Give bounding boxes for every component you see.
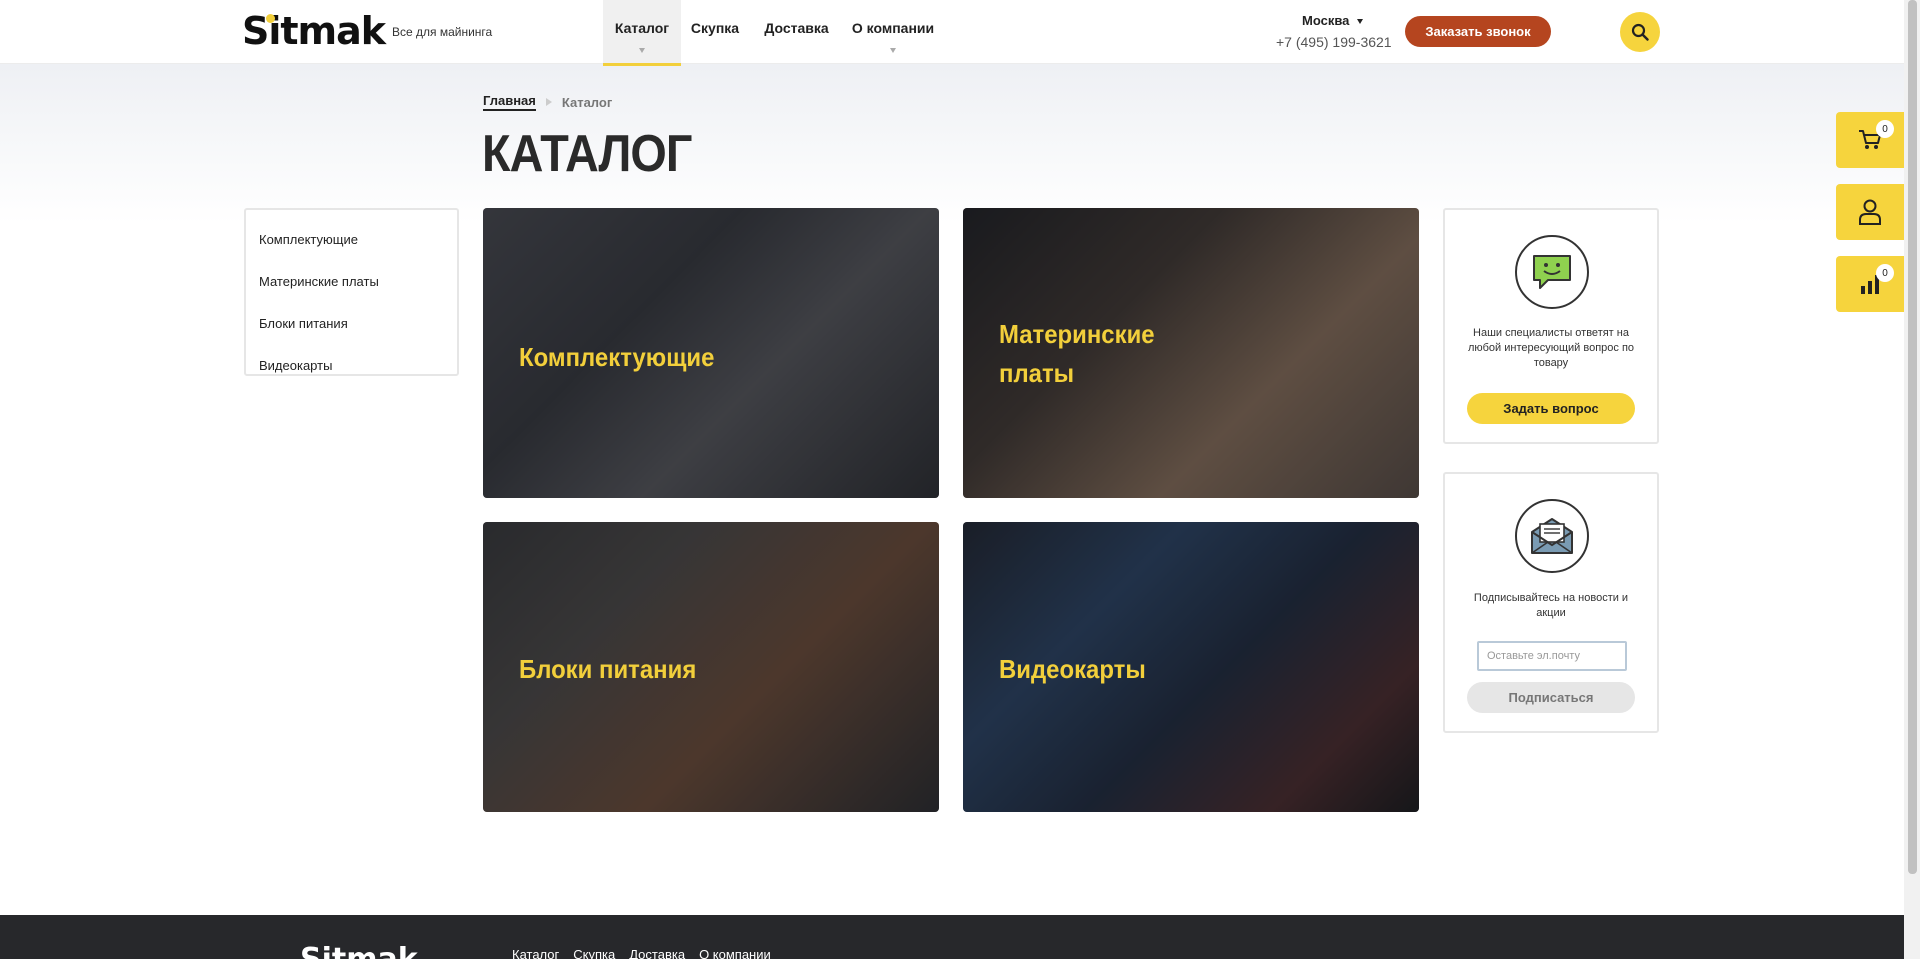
- cart-button[interactable]: 0: [1836, 112, 1904, 168]
- email-field[interactable]: Оставьте эл.почту: [1477, 641, 1627, 671]
- site-footer: Sitmak Каталог Скупка Доставка О компани…: [0, 915, 1904, 959]
- envelope-icon: [1515, 499, 1589, 573]
- chat-bubble-icon: [1533, 255, 1571, 289]
- sidebar-item-graphics-cards[interactable]: Видеокарты: [246, 344, 457, 386]
- ask-question-card: Наши специалисты ответят на любой интере…: [1443, 208, 1659, 444]
- category-tile-power-supplies[interactable]: Блоки питания: [483, 522, 939, 812]
- city-selector[interactable]: Москва: [1302, 13, 1364, 28]
- sidebar-item-power-supplies[interactable]: Блоки питания: [246, 302, 457, 344]
- scrollbar-thumb[interactable]: [1908, 0, 1917, 874]
- category-title: Материнские платы: [999, 315, 1155, 393]
- footer-link-catalog[interactable]: Каталог: [512, 947, 559, 959]
- breadcrumb: Главная Каталог: [483, 93, 612, 111]
- logo-dot: [266, 14, 275, 23]
- order-call-button[interactable]: Заказать звонок: [1405, 16, 1551, 47]
- mail-icon: [1531, 518, 1573, 554]
- chat-smile-icon: [1515, 235, 1589, 309]
- nav-item-catalog[interactable]: Каталог: [603, 0, 681, 66]
- nav-item-label: Доставка: [764, 20, 829, 36]
- nav-item-label: Каталог: [614, 20, 670, 36]
- category-title: Комплектующие: [519, 342, 715, 372]
- subscribe-card: Подписывайтесь на новости и акции Оставь…: [1443, 472, 1659, 733]
- subscribe-card-text: Подписывайтесь на новости и акции: [1473, 592, 1629, 619]
- logo-text: Sitmak: [242, 9, 386, 53]
- phone-number[interactable]: +7 (495) 199-3621: [1276, 34, 1392, 50]
- category-tile-graphics-cards[interactable]: Видеокарты: [963, 522, 1419, 812]
- account-button[interactable]: [1836, 184, 1904, 240]
- chevron-down-icon: [890, 48, 896, 53]
- subscribe-button[interactable]: Подписаться: [1467, 682, 1635, 713]
- sidebar-item-motherboards[interactable]: Материнские платы: [246, 260, 457, 302]
- search-button[interactable]: [1620, 12, 1660, 52]
- nav-item-about[interactable]: О компании: [844, 0, 942, 66]
- footer-nav: Каталог Скупка Доставка О компании: [512, 947, 771, 959]
- nav-item-buyback[interactable]: Скупка: [681, 0, 749, 66]
- nav-item-label: Скупка: [690, 20, 740, 36]
- breadcrumb-separator-icon: [545, 98, 552, 106]
- footer-logo[interactable]: Sitmak: [300, 945, 418, 959]
- chevron-down-icon: [1357, 19, 1364, 25]
- category-title-line: платы: [999, 358, 1075, 388]
- breadcrumb-current: Каталог: [561, 94, 613, 110]
- cart-count-badge: 0: [1876, 120, 1894, 138]
- footer-link-about[interactable]: О компании: [699, 947, 771, 959]
- hero-background: [0, 64, 1904, 224]
- category-tile-components[interactable]: Комплектующие: [483, 208, 939, 498]
- ask-question-button[interactable]: Задать вопрос: [1467, 393, 1635, 424]
- compare-button[interactable]: 0: [1836, 256, 1904, 312]
- sidebar-item-components[interactable]: Комплектующие: [246, 218, 457, 260]
- compare-count-badge: 0: [1876, 264, 1894, 282]
- city-label: Москва: [1302, 13, 1350, 28]
- logo[interactable]: Sitmak: [242, 8, 386, 54]
- search-icon: [1631, 23, 1649, 41]
- footer-link-buyback[interactable]: Скупка: [573, 947, 615, 959]
- category-tile-motherboards[interactable]: Материнские платы: [963, 208, 1419, 498]
- page-scrollbar[interactable]: [1904, 0, 1920, 959]
- catalog-sidebar: Комплектующие Материнские платы Блоки пи…: [244, 208, 459, 376]
- category-title-line: Материнские: [999, 319, 1155, 349]
- tagline: Все для майнинга: [392, 25, 493, 39]
- user-icon: [1859, 199, 1881, 225]
- breadcrumb-home[interactable]: Главная: [483, 93, 536, 111]
- page-title: КАТАЛОГ: [482, 125, 692, 183]
- footer-link-delivery[interactable]: Доставка: [629, 947, 685, 959]
- main-nav: Каталог Скупка Доставка О компании: [603, 0, 942, 66]
- category-title: Блоки питания: [519, 654, 697, 684]
- site-header: Sitmak Все для майнинга Каталог Скупка Д…: [0, 0, 1904, 66]
- category-title: Видеокарты: [999, 654, 1146, 684]
- nav-item-delivery[interactable]: Доставка: [749, 0, 844, 66]
- chevron-down-icon: [639, 48, 645, 53]
- nav-item-label: О компании: [851, 20, 935, 36]
- ask-card-text: Наши специалисты ответят на любой интере…: [1467, 327, 1635, 369]
